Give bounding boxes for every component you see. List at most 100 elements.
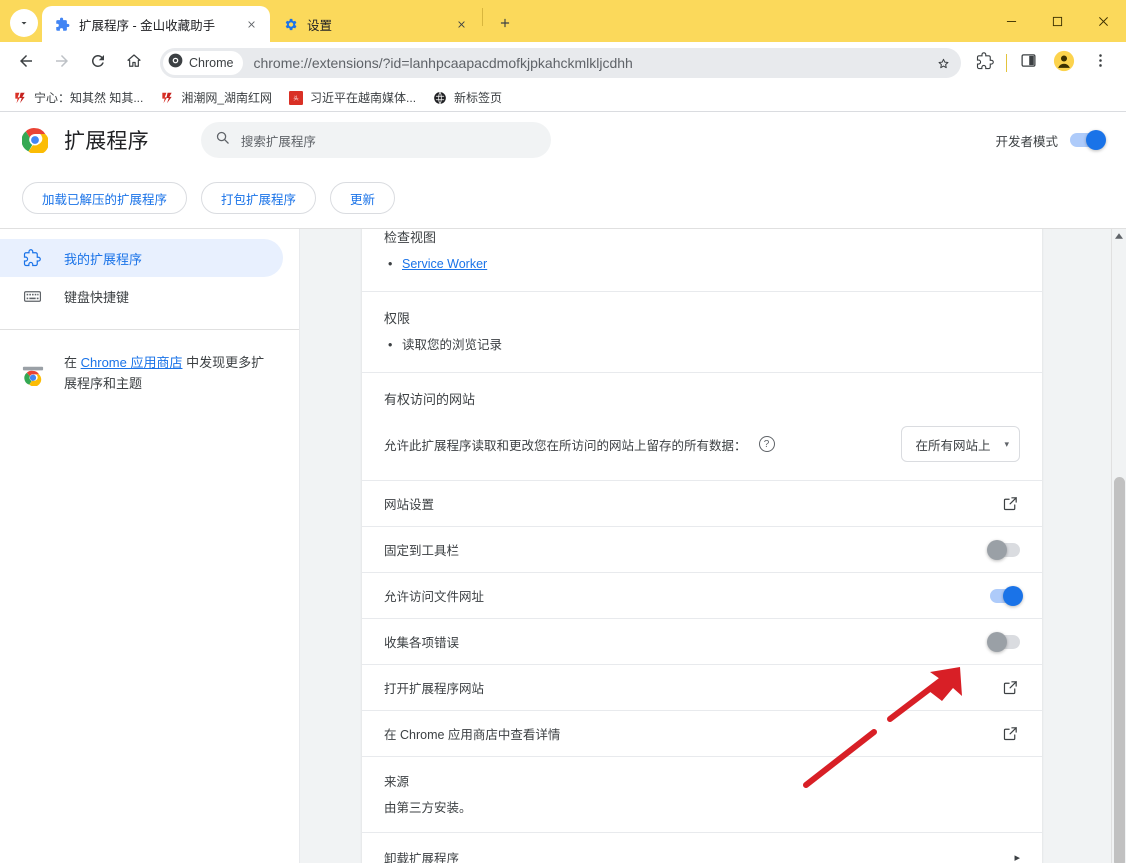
pack-extension-button[interactable]: 打包扩展程序 — [201, 182, 317, 214]
sidebar-item-label: 键盘快捷键 — [64, 289, 130, 305]
permissions-heading: 权限 — [384, 311, 411, 326]
tab-search-button[interactable] — [10, 9, 38, 37]
detail-content: 检查视图 Service Worker 权限 读取您的浏览记录 有权访问的网站 — [300, 229, 1126, 863]
row-site-settings[interactable]: 网站设置 — [362, 481, 1042, 527]
browser-window: 扩展程序 - 金山收藏助手 设置 Chrome chrome://extensi… — [0, 0, 1126, 863]
extensions-button[interactable] — [970, 48, 1000, 78]
home-icon — [125, 52, 143, 75]
site-access-select-value: 在所有网站上 — [915, 438, 991, 453]
bookmark-item[interactable]: 宁心：知其然 知其... — [8, 86, 151, 109]
sidebar-item-keyboard-shortcuts[interactable]: 键盘快捷键 — [0, 277, 283, 315]
row-collect-errors[interactable]: 收集各项错误 — [362, 619, 1042, 665]
row-open-extension-website[interactable]: 打开扩展程序网站 — [362, 665, 1042, 711]
row-view-in-web-store[interactable]: 在 Chrome 应用商店中查看详情 — [362, 711, 1042, 757]
chrome-logo-icon — [168, 53, 183, 73]
close-button[interactable] — [1080, 0, 1126, 42]
puzzle-piece-icon — [976, 51, 994, 75]
external-link-icon[interactable] — [1000, 678, 1020, 698]
source-value: 由第三方安装。 — [384, 801, 472, 815]
puzzle-piece-icon — [22, 248, 42, 268]
site-access-select[interactable]: 在所有网站上 ▾ — [901, 426, 1020, 462]
bookmarks-bar: 宁心：知其然 知其... 湘潮网_湖南红网 头 习近平在越南媒体... 新标签页 — [0, 84, 1126, 112]
external-link-icon[interactable] — [1000, 724, 1020, 744]
row-label: 允许访问文件网址 — [384, 590, 485, 604]
bookmark-item[interactable]: 头 习近平在越南媒体... — [284, 86, 424, 109]
promo-prefix: 在 — [64, 355, 81, 370]
bookmark-item[interactable]: 湘潮网_湖南红网 — [155, 86, 280, 109]
tab-close-button[interactable] — [242, 15, 260, 33]
inspect-views-section: 检查视图 Service Worker — [362, 229, 1042, 292]
globe-icon — [432, 90, 448, 106]
search-input[interactable]: 搜索扩展程序 — [200, 122, 551, 158]
row-pin-to-toolbar[interactable]: 固定到工具栏 — [362, 527, 1042, 573]
scroll-up-arrow[interactable] — [1112, 229, 1126, 243]
minimize-button[interactable] — [988, 0, 1034, 42]
tab-settings[interactable]: 设置 — [270, 6, 480, 42]
side-panel-button[interactable] — [1013, 48, 1043, 78]
search-placeholder: 搜索扩展程序 — [240, 134, 316, 149]
toggle-knob — [1003, 585, 1023, 606]
dev-mode-toggle[interactable] — [1070, 130, 1106, 150]
tab-extensions[interactable]: 扩展程序 - 金山收藏助手 — [42, 6, 270, 42]
row-remove-extension[interactable]: 卸载扩展程序 ▸ — [362, 833, 1042, 863]
load-unpacked-button[interactable]: 加载已解压的扩展程序 — [22, 182, 188, 214]
puzzle-piece-icon — [54, 16, 70, 32]
extension-detail-card: 检查视图 Service Worker 权限 读取您的浏览记录 有权访问的网站 — [362, 229, 1042, 863]
sidebar-item-label: 我的扩展程序 — [64, 251, 143, 267]
chevron-right-icon: ▸ — [1014, 851, 1020, 863]
page-scrollbar[interactable] — [1111, 229, 1126, 863]
chrome-web-store-promo[interactable]: 在 Chrome 应用商店 中发现更多扩展程序和主题 — [0, 330, 299, 394]
pin-to-toolbar-toggle[interactable] — [987, 539, 1020, 560]
allow-file-urls-toggle[interactable] — [990, 585, 1023, 606]
sidebar-item-my-extensions[interactable]: 我的扩展程序 — [0, 239, 283, 277]
omnibox[interactable]: Chrome chrome://extensions/?id=lanhpcaap… — [160, 48, 961, 78]
bookmark-item[interactable]: 新标签页 — [428, 86, 510, 109]
chrome-logo-icon — [21, 127, 49, 155]
three-dot-menu-icon — [1092, 52, 1109, 74]
extensions-page: 扩展程序 搜索扩展程序 开发者模式 加载已解压的扩展程序 打包扩展程序 更新 我… — [0, 112, 1126, 863]
inspect-views-heading: 检查视图 — [384, 230, 437, 245]
back-arrow-icon — [17, 52, 35, 75]
collect-errors-toggle[interactable] — [987, 631, 1020, 652]
extensions-body: 我的扩展程序 键盘快捷键 在 Chrome 应用商店 中发现更多扩展程序和主题 … — [0, 228, 1126, 863]
row-label: 打开扩展程序网站 — [384, 682, 485, 696]
question-mark-icon[interactable]: ? — [758, 436, 775, 452]
new-tab-button[interactable] — [491, 9, 519, 37]
site-access-description: 允许此扩展程序读取和更改您在所访问的网站上留存的所有数据： — [384, 438, 747, 453]
update-button[interactable]: 更新 — [330, 182, 396, 214]
chevron-down-icon: ▾ — [1004, 438, 1009, 449]
source-section: 来源 由第三方安装。 — [362, 757, 1042, 833]
row-label: 卸载扩展程序 — [384, 851, 460, 863]
permissions-list: 读取您的浏览记录 — [384, 334, 1020, 356]
keyboard-icon — [22, 286, 42, 306]
profile-button[interactable] — [1049, 48, 1079, 78]
row-allow-file-urls[interactable]: 允许访问文件网址 — [362, 573, 1042, 619]
service-worker-link[interactable]: Service Worker — [402, 257, 487, 271]
omnibox-chip[interactable]: Chrome — [163, 51, 244, 75]
site-access-row: 允许此扩展程序读取和更改您在所访问的网站上留存的所有数据： ? 在所有网站上 ▾ — [384, 426, 1020, 462]
browser-menu-button[interactable] — [1085, 48, 1115, 78]
store-promo-text: 在 Chrome 应用商店 中发现更多扩展程序和主题 — [64, 352, 275, 394]
toolbar-separator — [1006, 54, 1007, 72]
reload-button[interactable] — [83, 48, 113, 78]
tab-separator — [482, 8, 483, 26]
tab-title: 扩展程序 - 金山收藏助手 — [79, 18, 216, 33]
back-button[interactable] — [11, 48, 41, 78]
home-button[interactable] — [119, 48, 149, 78]
omnibox-url-text[interactable]: chrome://extensions/?id=lanhpcaapacdmofk… — [253, 55, 931, 71]
tab-close-button[interactable] — [452, 15, 470, 33]
bookmark-label: 习近平在越南媒体... — [310, 91, 417, 105]
bookmark-star-icon[interactable] — [931, 51, 955, 75]
maximize-button[interactable] — [1034, 0, 1080, 42]
row-label: 固定到工具栏 — [384, 544, 460, 558]
window-controls — [988, 0, 1126, 42]
toutiao-icon: 头 — [288, 90, 304, 106]
extensions-header: 扩展程序 搜索扩展程序 开发者模式 — [0, 112, 1126, 168]
tab-title: 设置 — [307, 18, 333, 33]
chrome-web-store-icon — [22, 364, 44, 387]
external-link-icon[interactable] — [1000, 494, 1020, 514]
sidebar: 我的扩展程序 键盘快捷键 在 Chrome 应用商店 中发现更多扩展程序和主题 — [0, 229, 300, 863]
toggle-knob — [987, 539, 1007, 560]
scrollbar-thumb[interactable] — [1114, 477, 1125, 863]
chrome-web-store-link[interactable]: Chrome 应用商店 — [81, 355, 183, 370]
